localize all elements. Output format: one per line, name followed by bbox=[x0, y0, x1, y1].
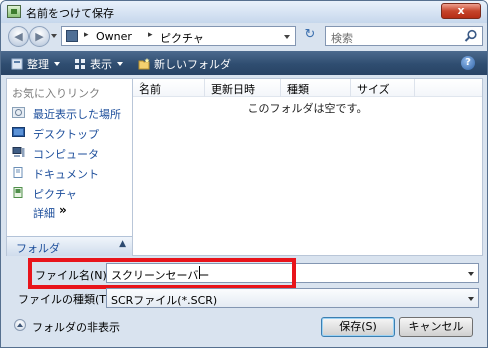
views-label: 表示 bbox=[90, 58, 112, 71]
chevron-up-icon[interactable]: ▲ bbox=[119, 239, 126, 249]
new-folder-icon bbox=[138, 58, 150, 70]
refresh-button[interactable]: ↻ bbox=[299, 26, 321, 46]
chevron-down-icon bbox=[54, 62, 60, 66]
hide-folders-label: フォルダの非表示 bbox=[32, 321, 120, 334]
column-header-label: サイズ bbox=[357, 83, 390, 96]
organize-label: 整理 bbox=[27, 58, 49, 71]
back-button[interactable]: ◀ bbox=[8, 26, 29, 47]
help-icon[interactable]: ? bbox=[461, 56, 475, 70]
search-placeholder: 検索 bbox=[331, 32, 353, 45]
organize-button[interactable]: 整理 bbox=[11, 56, 60, 72]
collapse-up-icon bbox=[14, 319, 26, 331]
breadcrumb-separator-icon[interactable]: ▸ bbox=[84, 30, 89, 40]
views-button[interactable]: 表示 bbox=[74, 56, 123, 72]
save-as-dialog: 名前をつけて保存 x ◀ ▶ ▸ Owner ▸ ピクチャ ↻ 検索 整理 表示… bbox=[0, 0, 488, 348]
nav-link-label: デスクトップ bbox=[33, 128, 99, 141]
app-icon bbox=[7, 5, 21, 18]
search-input[interactable]: 検索 bbox=[325, 26, 483, 46]
folders-toggle-bar[interactable]: フォルダ ▲ bbox=[7, 236, 132, 256]
new-folder-label: 新しいフォルダ bbox=[154, 58, 231, 71]
column-header-type[interactable]: 種類 bbox=[281, 79, 351, 97]
address-dropdown-icon[interactable] bbox=[284, 35, 290, 39]
address-row: ◀ ▶ ▸ Owner ▸ ピクチャ ↻ 検索 bbox=[1, 23, 487, 49]
column-header-name[interactable]: 名前 ^ bbox=[133, 79, 205, 97]
breadcrumb-pictures[interactable]: ピクチャ bbox=[160, 30, 204, 46]
recent-places-icon bbox=[12, 107, 25, 118]
column-header-size[interactable]: サイズ bbox=[351, 79, 415, 97]
nav-link-label: ドキュメント bbox=[33, 168, 99, 181]
filetype-value: SCRファイル(*.SCR) bbox=[111, 294, 218, 307]
chevron-down-icon bbox=[117, 62, 123, 66]
breadcrumb-separator-icon[interactable]: ▸ bbox=[148, 30, 153, 40]
documents-icon bbox=[13, 167, 23, 178]
computer-icon bbox=[12, 147, 25, 157]
details-link[interactable]: 詳細 bbox=[33, 205, 55, 221]
new-folder-button[interactable]: 新しいフォルダ bbox=[138, 56, 231, 72]
filetype-label: ファイルの種類(T): bbox=[18, 293, 115, 306]
column-header-label: 種類 bbox=[287, 83, 309, 96]
cancel-button[interactable]: キャンセル bbox=[399, 317, 473, 337]
pictures-icon bbox=[13, 187, 23, 198]
title-bar: 名前をつけて保存 x bbox=[1, 1, 487, 23]
nav-link-label: コンピュータ bbox=[33, 148, 99, 161]
empty-folder-message: このフォルダは空です。 bbox=[247, 102, 368, 115]
highlight-box bbox=[28, 258, 296, 289]
forward-button[interactable]: ▶ bbox=[29, 26, 50, 47]
column-header-modified[interactable]: 更新日時 bbox=[205, 79, 281, 97]
recent-pages-dropdown-icon[interactable] bbox=[51, 34, 57, 38]
organize-icon bbox=[11, 58, 23, 70]
search-icon[interactable] bbox=[464, 29, 478, 43]
filetype-select[interactable]: SCRファイル(*.SCR) bbox=[106, 288, 479, 308]
file-list[interactable]: 名前 ^ 更新日時 種類 サイズ このフォルダは空です。 bbox=[132, 78, 483, 256]
window-title: 名前をつけて保存 bbox=[26, 7, 114, 20]
address-bar[interactable]: ▸ Owner ▸ ピクチャ bbox=[61, 26, 296, 46]
favorite-links-header: お気に入りリンク bbox=[12, 87, 100, 100]
folders-label: フォルダ bbox=[16, 242, 60, 255]
command-toolbar: 整理 表示 新しいフォルダ ? bbox=[1, 51, 487, 75]
navigation-pane: お気に入りリンク 最近表示した場所 デスクトップ コンピュータ ドキュメント ピ… bbox=[6, 78, 132, 256]
column-header-label: 更新日時 bbox=[211, 83, 255, 96]
folder-icon bbox=[66, 30, 78, 42]
nav-link-label: 最近表示した場所 bbox=[33, 108, 121, 121]
close-button[interactable]: x bbox=[441, 3, 481, 19]
sort-ascending-icon: ^ bbox=[139, 81, 146, 90]
save-button[interactable]: 保存(S) bbox=[321, 317, 395, 337]
breadcrumb-owner[interactable]: Owner bbox=[96, 30, 132, 43]
filetype-dropdown-icon[interactable] bbox=[468, 297, 474, 301]
desktop-icon bbox=[12, 127, 25, 137]
views-icon bbox=[75, 59, 85, 69]
nav-link-label: ピクチャ bbox=[33, 188, 77, 201]
filename-dropdown-icon[interactable] bbox=[468, 272, 474, 276]
column-header-row: 名前 ^ 更新日時 種類 サイズ bbox=[133, 79, 482, 97]
double-chevron-right-icon[interactable]: » bbox=[59, 203, 67, 217]
